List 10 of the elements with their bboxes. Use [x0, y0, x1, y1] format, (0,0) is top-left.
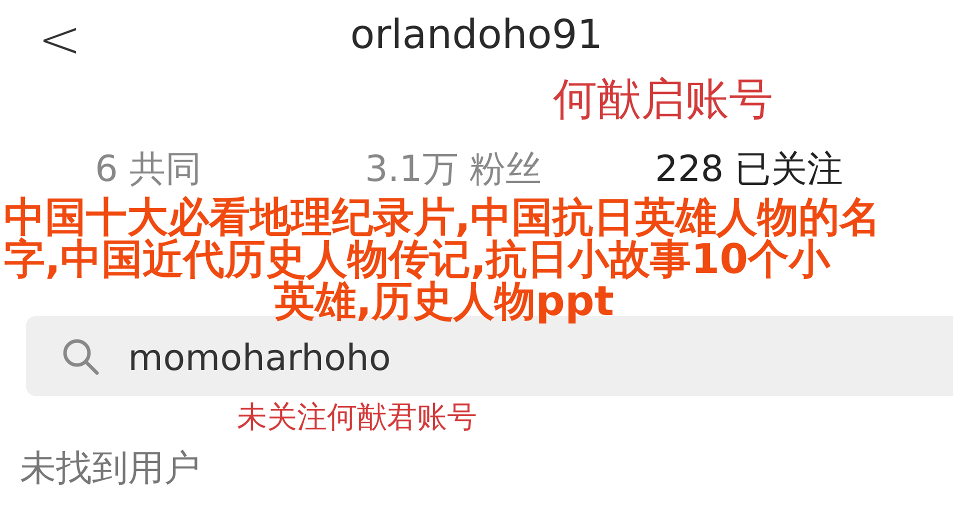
annotation-text: 未关注何猷君账号 — [237, 399, 477, 437]
back-button[interactable]: < — [0, 14, 82, 66]
overlay-title-line: 字,中国近代历史人物传记,抗日小故事10个小 — [4, 238, 830, 280]
username-title: orlandoho91 — [350, 12, 603, 58]
empty-result-text: 未找到用户 — [20, 447, 200, 491]
stat-text: 6 共同 — [95, 148, 202, 192]
stat-text: 3.1万 粉丝 — [365, 148, 543, 192]
stat-text: 228 已关注 — [655, 148, 844, 192]
overlay-title-line: 中国十大必看地理纪录片,中国抗日英雄人物的名 — [4, 196, 881, 238]
annotation-text: 何猷启账号 — [553, 74, 773, 126]
